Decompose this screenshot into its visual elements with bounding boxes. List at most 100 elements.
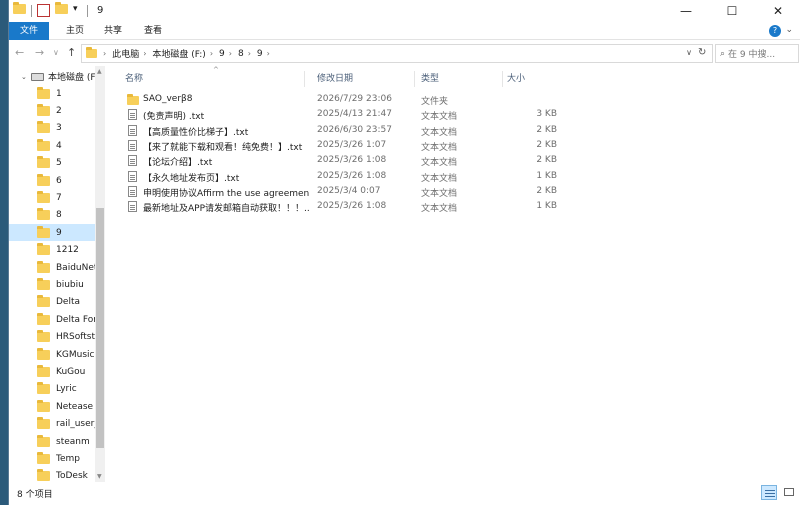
column-header-size[interactable]: 大小 [501,71,559,87]
tree-item-folder[interactable]: BaiduNetd [9,259,95,276]
chevron-right-icon[interactable]: › [267,49,270,58]
folder-icon [37,121,50,134]
column-header-date[interactable]: 修改日期 [311,71,415,87]
title-bar[interactable]: ▾ 9 — ☐ ✕ [9,0,800,22]
tree-label: Netease [56,401,94,412]
tab-view[interactable]: 查看 [133,22,173,40]
folder-icon [37,295,50,308]
tree-item-folder[interactable]: 5 [9,155,95,172]
new-folder-icon[interactable] [55,2,68,17]
column-header-name[interactable]: 名称 [119,71,305,87]
file-row[interactable]: SAO_verβ8 2026/7/29 23:06 文件夹 [119,92,559,107]
tree-item-folder[interactable]: 8 [9,207,95,224]
tree-item-folder[interactable]: KuGou [9,363,95,380]
scroll-down-icon[interactable]: ▼ [97,473,102,480]
search-placeholder: 在 9 中搜... [728,50,776,60]
file-date: 2025/3/26 1:08 [317,201,387,212]
file-name: 最新地址及APP请发邮箱自动获取！！！.... [143,204,309,215]
tab-file[interactable]: 文件 [9,22,49,40]
recent-locations-icon[interactable]: ∨ [53,48,59,57]
file-row[interactable]: 【来了就能下载和观看！纯免费！】.txt 2025/3/26 1:07 文本文档 2 … [119,138,559,153]
tab-home[interactable]: 主页 [55,22,95,40]
breadcrumb-folder-8[interactable]: 8 [238,49,244,59]
file-type: 文本文档 [421,127,458,138]
chevron-right-icon[interactable]: › [248,49,251,58]
close-button[interactable]: ✕ [755,0,800,22]
details-view-button[interactable] [761,485,777,500]
tree-item-folder[interactable]: Delta Force [9,311,95,328]
chevron-down-icon[interactable]: ∨ [686,48,692,57]
chevron-right-icon[interactable]: › [143,49,146,58]
tree-item-folder[interactable]: 9 [9,224,95,242]
file-size: 1 KB [536,201,557,212]
tree-label: 3 [56,123,62,134]
text-file-icon [128,155,137,167]
quick-access-dropdown-icon[interactable]: ▾ [73,4,78,14]
breadcrumb-folder-9[interactable]: 9 [219,49,225,59]
back-arrow-icon[interactable]: ← [15,46,24,59]
help-icon[interactable]: ? [769,25,781,37]
tab-share[interactable]: 共享 [93,22,133,40]
tree-item-folder[interactable]: biubiu [9,276,95,293]
tree-label: Delta Force [56,314,95,325]
folder-icon [37,173,50,186]
file-row[interactable]: 最新地址及APP请发邮箱自动获取！！！.... 2025/3/26 1:08 文本文… [119,199,559,214]
tree-item-folder[interactable]: 6 [9,172,95,189]
breadcrumb-this-pc[interactable]: 此电脑 [112,47,139,60]
up-arrow-icon[interactable]: ↑ [67,46,76,59]
maximize-button[interactable]: ☐ [709,0,755,22]
file-name: 【高质量性价比梯子】.txt [143,127,249,138]
column-header-type[interactable]: 类型 [415,71,503,87]
tree-item-drive[interactable]: ⌄ 本地磁盘 (F:) [9,68,99,85]
chevron-right-icon[interactable]: › [229,49,232,58]
tree-item-folder[interactable]: Delta [9,294,95,311]
breadcrumb-drive[interactable]: 本地磁盘 (F:) [152,47,205,60]
tree-item-folder[interactable]: 7 [9,189,95,206]
minimize-button[interactable]: — [663,0,709,22]
file-name: 申明使用协议Affirm the use agreemen... [143,188,309,199]
tree-item-folder[interactable]: Lyric [9,381,95,398]
file-row[interactable]: 【论坛介绍】.txt 2025/3/26 1:08 文本文档 2 KB [119,153,559,168]
file-row[interactable]: (免责声明) .txt 2025/4/13 21:47 文本文档 3 KB [119,107,559,122]
folder-icon [37,451,50,464]
text-file-icon [128,109,137,121]
file-row[interactable]: 【永久地址发布页】.txt 2025/3/26 1:08 文本文档 1 KB [119,169,559,184]
file-row[interactable]: 【高质量性价比梯子】.txt 2026/6/30 23:57 文本文档 2 KB [119,123,559,138]
navigation-pane: ⌄ 本地磁盘 (F:) 1 2 3 4 5 6 7 8 9 1212 BaiduNetd biubiu… [9,66,105,482]
ribbon-tabs: 文件 主页 共享 查看 ⌄ ? [9,22,800,40]
scrollbar-thumb[interactable] [96,208,104,448]
tree-item-folder[interactable]: HRSoftsto [9,329,95,346]
tree-item-folder[interactable]: 4 [9,137,95,154]
folder-icon [37,243,50,256]
tree-item-folder[interactable]: rail_user_d [9,416,95,433]
tree-item-folder[interactable]: 3 [9,120,95,137]
file-row[interactable]: 申明使用协议Affirm the use agreemen... 2025/3/4… [119,184,559,199]
tree-item-folder[interactable]: Temp [9,450,95,467]
file-list: ^ 名称 修改日期 类型 大小 SAO_verβ8 2026/7/29 23:06… [105,66,800,482]
nav-scrollbar[interactable]: ▲ ▼ [95,66,105,482]
tree-label: steanm [56,436,90,447]
chevron-down-icon[interactable]: ⌄ [785,25,793,35]
search-input[interactable]: ⌕ 在 9 中搜... [715,44,799,63]
tree-item-folder[interactable]: ToDesk [9,468,95,482]
tree-item-folder[interactable]: 1 [9,85,95,102]
large-icons-view-button[interactable] [781,485,797,500]
tree-item-folder[interactable]: steanm [9,433,95,450]
chevron-down-icon[interactable]: ⌄ [21,73,27,81]
window-title: 9 [97,5,104,16]
chevron-right-icon[interactable]: › [210,49,213,58]
tree-item-folder[interactable]: Netease [9,398,95,415]
address-bar[interactable]: › 此电脑 › 本地磁盘 (F:) › 9 › 8 › 9 › ∨ [81,44,713,63]
folder-icon [37,156,50,169]
properties-icon[interactable] [37,4,50,17]
breadcrumb-folder-9-current[interactable]: 9 [257,49,263,59]
scroll-up-icon[interactable]: ▲ [97,68,102,75]
tree-item-folder[interactable]: 1212 [9,242,95,259]
refresh-icon[interactable]: ↻ [698,47,706,58]
tree-item-folder[interactable]: 2 [9,102,95,119]
tree-item-folder[interactable]: KGMusic [9,346,95,363]
folder-icon [127,94,139,105]
file-name: 【来了就能下载和观看！纯免费！】.txt [143,142,303,153]
chevron-right-icon[interactable]: › [103,49,106,58]
forward-arrow-icon[interactable]: → [35,46,44,59]
